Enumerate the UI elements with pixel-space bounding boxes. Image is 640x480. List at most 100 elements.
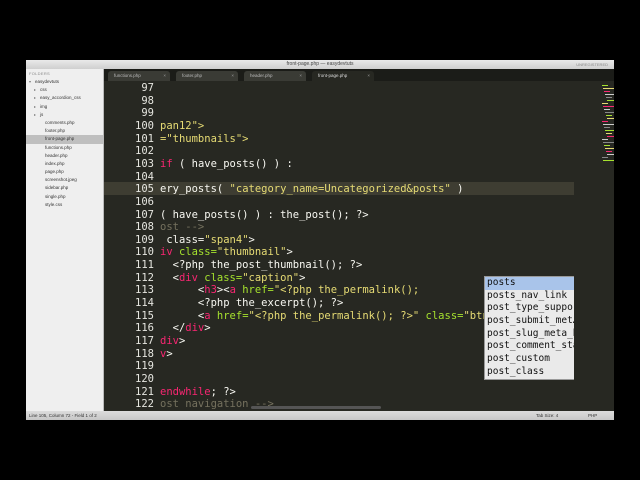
tab-size-setting[interactable]: Tab Size: 4: [536, 411, 558, 420]
sidebar-item[interactable]: comments.php: [26, 119, 103, 127]
code-line[interactable]: </div>: [160, 322, 211, 334]
code-token: "caption": [242, 271, 300, 284]
code-line[interactable]: ="thumbnails">: [160, 133, 249, 145]
sidebar-item[interactable]: style.css: [26, 201, 103, 209]
minimap-line: [605, 130, 614, 131]
minimap-line: [602, 157, 608, 158]
tab-label: functions.php: [114, 73, 141, 78]
code-line[interactable]: div>: [160, 335, 185, 347]
sidebar-item-label: front-page.php: [45, 136, 75, 142]
minimap[interactable]: [574, 81, 614, 411]
autocomplete-item[interactable]: post_slug_meta_box: [485, 328, 574, 341]
sidebar-item[interactable]: footer.php: [26, 127, 103, 135]
code-token: class=: [419, 309, 464, 322]
code-token: href=: [235, 284, 274, 297]
sidebar-item[interactable]: ▸ img: [26, 103, 103, 111]
minimap-line: [604, 145, 610, 146]
minimap-line: [605, 148, 614, 149]
autocomplete-item[interactable]: post_comment_statu…: [485, 340, 574, 353]
sidebar-item-label: screenshot.jpeg: [45, 177, 77, 183]
line-number: 99: [141, 107, 154, 120]
autocomplete-item[interactable]: post_type_supports: [485, 302, 574, 315]
line-number: 118: [135, 347, 154, 360]
code-token: class=: [172, 246, 217, 259]
tab[interactable]: footer.php ×: [176, 71, 238, 81]
sidebar-item[interactable]: ▾ easydevtuts: [26, 78, 103, 86]
code-token: <: [160, 284, 205, 297]
window-title: front-page.php — easydevtuts: [286, 61, 354, 67]
code-token: <: [160, 309, 205, 322]
code-token: <?php the_post_thumbnail(); ?>: [160, 259, 363, 272]
code-line[interactable]: <?php the_excerpt(); ?>: [160, 297, 343, 309]
code-line[interactable]: if ( have_posts() ) :: [160, 158, 293, 170]
code-token: href=: [210, 309, 249, 322]
close-tab-icon[interactable]: ×: [231, 71, 234, 81]
code-token: ="thumbnails">: [160, 132, 249, 145]
line-number: 103: [135, 157, 154, 170]
horizontal-scrollbar[interactable]: [251, 406, 381, 409]
autocomplete-item[interactable]: post_submit_met…box: [485, 315, 574, 328]
line-number-gutter: 97 98 99 100 101 102 103 104 105 106 107 108 109 110 1…: [104, 81, 154, 411]
sidebar-item[interactable]: front-page.php: [26, 135, 103, 144]
autocomplete-item[interactable]: posts: [485, 277, 574, 290]
autocomplete-item[interactable]: post_class: [485, 366, 574, 379]
sidebar-item[interactable]: functions.php: [26, 144, 103, 152]
code-editor[interactable]: 97 98 99 100 101 102 103 104 105 106 107 108 109 110 1…: [104, 81, 574, 411]
tab[interactable]: header.php ×: [244, 71, 306, 81]
code-line[interactable]: <?php the_post_thumbnail(); ?>: [160, 259, 363, 272]
line-number: 111: [135, 259, 154, 272]
syntax-setting[interactable]: PHP: [588, 411, 597, 420]
sidebar-item[interactable]: ▸ js: [26, 111, 103, 119]
editor-window: front-page.php — easydevtuts UNREGISTERE…: [26, 60, 614, 420]
code-token: >: [299, 271, 306, 284]
line-number: 109: [135, 233, 154, 246]
code-line[interactable]: ery_posts( "category_name=Uncategorized&…: [160, 183, 463, 195]
code-line[interactable]: ( have_posts() ) : the_post(); ?>: [160, 209, 369, 221]
code-line[interactable]: class="span4">: [160, 234, 255, 246]
minimap-line: [605, 112, 614, 113]
line-number: 101: [135, 132, 154, 145]
minimap-line: [603, 88, 614, 89]
code-token: <?php the_excerpt(); ?>: [160, 297, 344, 310]
sidebar-item-label: header.php: [45, 152, 68, 158]
autocomplete-item[interactable]: post_custom: [485, 353, 574, 366]
tab-label: footer.php: [182, 73, 203, 78]
line-number: 117: [135, 335, 154, 347]
sidebar-item[interactable]: page.php: [26, 168, 103, 176]
sidebar-item-label: footer.php: [45, 128, 66, 134]
sidebar-item[interactable]: header.php: [26, 152, 103, 160]
line-number: 120: [135, 372, 154, 385]
code-token: div: [178, 271, 198, 284]
code-line[interactable]: v>: [160, 348, 173, 360]
minimap-line: [607, 100, 614, 101]
code-line[interactable]: ost -->: [160, 221, 204, 233]
line-number: 104: [135, 170, 154, 183]
line-number: 97: [141, 82, 154, 94]
sidebar-item-label: easy_accordion_css: [40, 95, 81, 101]
minimap-line: [607, 136, 614, 137]
minimap-line: [603, 124, 614, 125]
code-line[interactable]: iv class="thumbnail">: [160, 246, 293, 258]
close-tab-icon[interactable]: ×: [163, 71, 166, 81]
sidebar-item-label: page.php: [45, 169, 64, 175]
code-token: "<?php the_permalink();: [273, 284, 426, 297]
sidebar-item[interactable]: screenshot.jpeg: [26, 176, 103, 184]
code-line[interactable]: pan12">: [160, 120, 204, 132]
code-line[interactable]: endwhile; ?>: [160, 386, 236, 398]
tab[interactable]: functions.php ×: [108, 71, 170, 81]
autocomplete-popup[interactable]: postsposts_nav_linkpost_type_supportspos…: [484, 276, 574, 380]
code-token: >: [286, 246, 293, 259]
code-line[interactable]: <div class="caption">: [160, 271, 306, 284]
sidebar-item[interactable]: ▸ easy_accordion_css: [26, 94, 103, 102]
sidebar-item[interactable]: index.php: [26, 160, 103, 168]
tab[interactable]: front-page.php ×: [312, 71, 374, 81]
autocomplete-item[interactable]: posts_nav_link: [485, 290, 574, 303]
close-tab-icon[interactable]: ×: [299, 71, 302, 81]
minimap-line: [605, 94, 614, 95]
close-tab-icon[interactable]: ×: [367, 71, 370, 81]
sidebar-item[interactable]: single.php: [26, 193, 103, 201]
sidebar-item[interactable]: ▸ css: [26, 86, 103, 94]
code-token: ( have_posts() ) :: [172, 157, 293, 170]
sidebar-item[interactable]: sidebar.php: [26, 184, 103, 192]
sidebar-item-label: single.php: [45, 193, 66, 199]
